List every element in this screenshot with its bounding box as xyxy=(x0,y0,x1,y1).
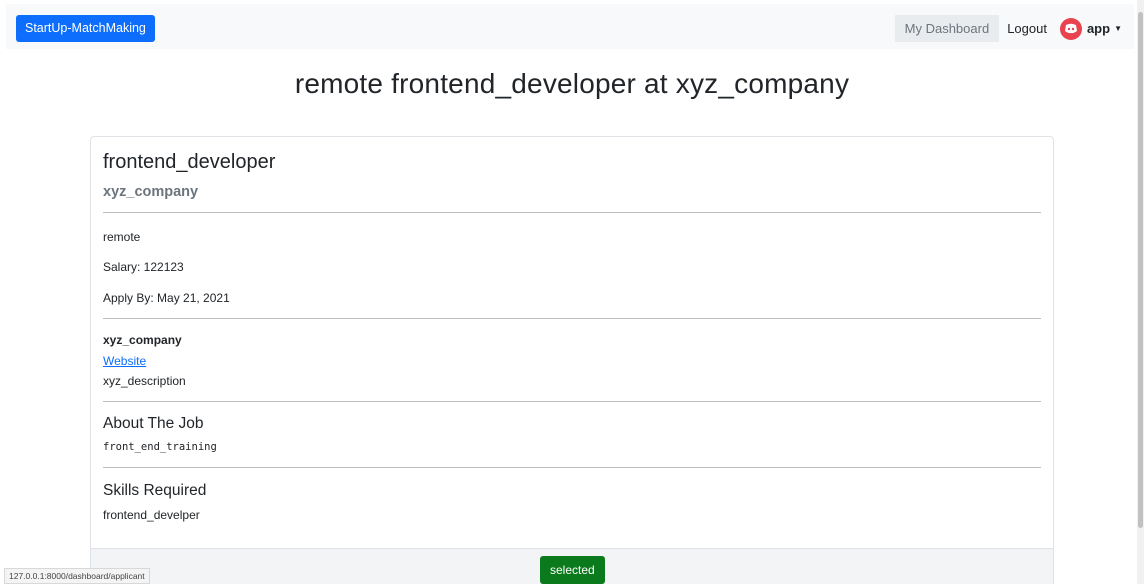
top-navbar: StartUp-MatchMaking My Dashboard Logout … xyxy=(6,4,1134,49)
company-website-link[interactable]: Website xyxy=(103,354,146,368)
divider xyxy=(103,318,1041,319)
nav-right: My Dashboard Logout app ▼ xyxy=(894,15,1122,42)
my-dashboard-link[interactable]: My Dashboard xyxy=(894,15,1000,42)
job-salary: Salary: 122123 xyxy=(103,260,184,274)
scrollbar-thumb[interactable] xyxy=(1138,12,1143,528)
browser-status-url: 127.0.0.1:8000/dashboard/applicant xyxy=(4,568,150,584)
job-card: frontend_developer xyz_company remote Sa… xyxy=(90,136,1054,584)
job-location: remote xyxy=(103,230,141,244)
skills-required-heading: Skills Required xyxy=(103,482,207,499)
divider xyxy=(103,212,1041,213)
company-description: xyz_description xyxy=(103,374,186,388)
divider xyxy=(103,401,1041,402)
divider xyxy=(103,467,1041,468)
job-company-subtitle: xyz_company xyxy=(103,184,199,200)
brand-button[interactable]: StartUp-MatchMaking xyxy=(16,15,155,42)
caret-down-icon: ▼ xyxy=(1114,24,1122,33)
card-footer: selected xyxy=(91,548,1053,584)
user-menu-toggle[interactable]: app ▼ xyxy=(1059,17,1122,40)
job-apply-by: Apply By: May 21, 2021 xyxy=(103,291,230,305)
selected-status-button[interactable]: selected xyxy=(540,556,605,584)
logout-link[interactable]: Logout xyxy=(1007,21,1047,36)
about-job-heading: About The Job xyxy=(103,415,204,432)
username-label: app xyxy=(1086,21,1111,36)
company-name: xyz_company xyxy=(103,333,182,347)
discord-avatar-icon xyxy=(1059,17,1082,40)
about-job-text: front_end_training xyxy=(103,441,217,453)
page-title: remote frontend_developer at xyz_company xyxy=(294,68,850,99)
page-scrollbar[interactable] xyxy=(1137,0,1144,584)
skills-required-text: frontend_develper xyxy=(103,508,200,522)
job-title: frontend_developer xyxy=(103,151,276,173)
